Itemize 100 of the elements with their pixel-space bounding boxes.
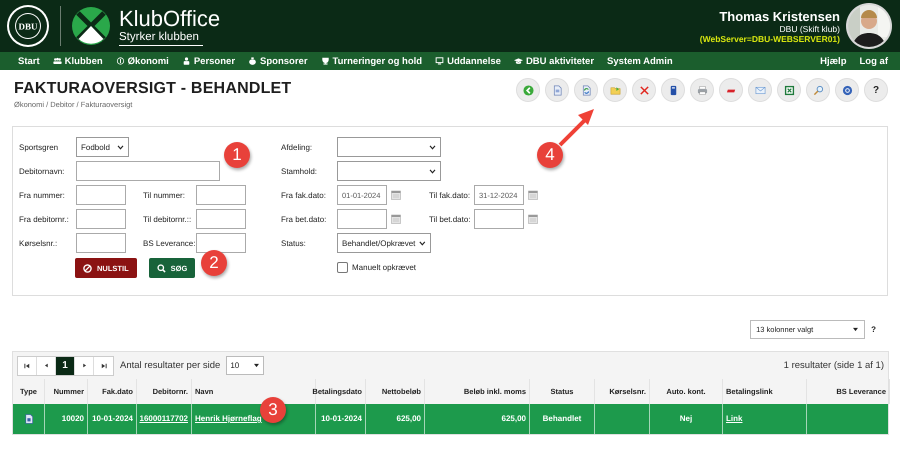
field-label: Sportsgren [19,142,60,152]
nav-item[interactable]: Uddannelse [435,56,501,66]
table-cell: Behandlet [530,404,595,434]
input-field[interactable] [76,209,126,229]
toolbar-button[interactable] [835,78,859,102]
dropdown[interactable]: Fodbold [76,137,129,157]
calendar-icon[interactable] [528,214,538,224]
folder-icon [610,84,620,96]
toolbar-button[interactable] [632,78,656,102]
checkbox[interactable] [337,262,348,272]
document-refresh-icon [580,84,592,96]
search-icon [156,264,166,272]
dropdown[interactable] [337,161,441,181]
dropdown[interactable]: Behandlet/Opkrævet [337,233,431,253]
caret-icon [429,144,436,150]
caret-icon [429,168,436,174]
input-field[interactable] [196,233,246,253]
field-label: Fra fak.dato: [281,190,327,200]
field-label: Fra debitornr.: [19,214,70,224]
calendar-icon[interactable] [391,214,401,224]
search-icon [812,84,824,96]
x-logo [71,6,111,46]
document-icon [24,414,32,424]
table-cell: 10-01-2024 [88,404,137,434]
field-label: Fra bet.dato: [281,214,328,224]
toolbar-button[interactable] [777,78,801,102]
document-icon [552,84,562,96]
field-label: BS Leverance: [143,238,196,248]
user-name: Thomas Kristensen [719,8,840,24]
step-number: 2 [201,250,227,276]
per-page-dropdown[interactable]: 10 [226,356,264,375]
first-page-icon [24,362,30,368]
coin-icon [116,57,125,65]
nav-item[interactable]: System Admin [607,56,673,66]
table-cell: 10020 [45,404,88,434]
crest-logo: DBU [6,4,50,48]
toolbar-button[interactable] [545,78,569,102]
table-cell: Nej [650,404,723,434]
page-button[interactable]: 1 [56,356,75,374]
person-icon [182,57,191,65]
page-title: FAKTURAOVERSIGT - BEHANDLET [14,80,292,98]
caret-icon [253,363,260,368]
table-cell: 625,00 [366,404,425,434]
toolbar-button[interactable] [719,78,743,102]
tagline: Styrker klubben [119,30,203,46]
field-label: Til debitornr.:: [143,214,192,224]
input-field[interactable] [196,209,246,229]
dropdown[interactable] [337,137,441,157]
next-icon [82,363,86,368]
previous-icon [44,363,48,368]
table-link[interactable]: 16000117702 [140,414,188,424]
calendar-icon[interactable] [528,190,538,200]
nav-link[interactable]: Hjælp [820,56,846,66]
field-label: Fra nummer: [19,190,66,200]
nav-item[interactable]: Klubben [52,56,103,66]
table-link[interactable]: Henrik Hjørneflag [195,414,262,424]
toolbar-button[interactable] [661,78,685,102]
toolbar-button[interactable]: ? [864,78,888,102]
table-cell: 625,00 [425,404,530,434]
table-cell: 10-01-2024 [316,404,366,434]
nav-item[interactable]: Sponsorer [248,56,308,66]
people-icon [52,57,62,65]
field-label: Kørselsnr.: [19,238,58,248]
calendar-icon[interactable] [391,190,401,200]
date-field[interactable] [474,209,524,229]
prohibited-icon [83,264,92,272]
delete-icon [638,84,650,96]
envelope-icon [754,84,766,96]
nav-link[interactable]: Log af [860,56,888,66]
field-label: Afdeling: [281,142,314,152]
nav-item[interactable]: DBU aktiviteter [514,56,594,66]
input-field[interactable] [76,161,220,181]
field-label: Til bet.dato: [429,214,472,224]
field-label: Status: [281,238,307,248]
input-field[interactable] [76,185,126,205]
result-count: 1 resultater (side 1 af 1) [784,360,884,371]
nav-item[interactable]: Start [18,56,40,66]
step-number: 1 [224,142,250,168]
per-page-label: Antal resultater per side [120,360,220,371]
club-link[interactable]: DBU (Skift klub) [780,24,840,34]
caret-icon [852,327,860,332]
printer-icon [696,84,708,96]
date-field[interactable] [337,209,387,229]
field-label: Stamhold: [281,166,318,176]
trophy-icon [320,57,330,65]
input-field[interactable] [196,185,246,205]
server-name: (WebServer=DBU-WEBSERVER01) [700,34,840,44]
help-link[interactable]: ? [871,325,876,334]
last-page-icon [100,362,106,368]
field-label: Til fak.dato: [429,190,472,200]
app-name: KlubOffice [119,6,220,30]
nav-item[interactable]: Økonomi [116,56,169,66]
toolbar-button[interactable] [574,78,598,102]
table-link[interactable]: Link [726,414,742,424]
input-field[interactable] [76,233,126,253]
graduation-cap-icon [514,57,523,65]
nav-item[interactable]: Personer [182,56,236,66]
field-label: Debitornavn: [19,166,66,176]
nav-item[interactable]: Turneringer og hold [320,56,422,66]
help-icon [842,84,852,96]
